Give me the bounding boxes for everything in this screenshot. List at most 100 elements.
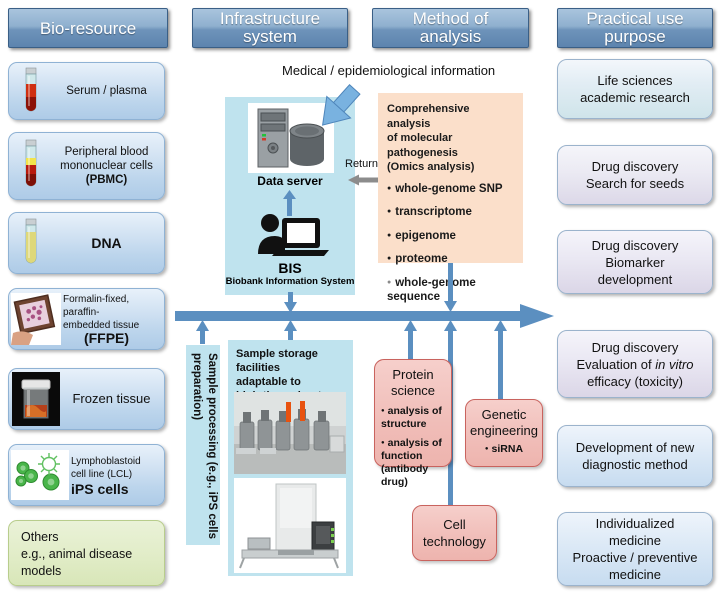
practical-use-line: efficacy (toxicity) xyxy=(587,373,683,389)
practical-use-line: Biomarker xyxy=(605,254,665,270)
practical-use-line: development xyxy=(597,271,673,287)
bio-resource-label-line3: iPS cells xyxy=(71,480,129,497)
technology-bullet: analysis of structure xyxy=(381,405,451,431)
column-header-bio-resource: Bio-resource xyxy=(8,8,168,48)
practical-use-line: Drug discovery xyxy=(591,159,679,174)
practical-use-line: Drug discovery xyxy=(591,339,679,355)
omics-item: transcriptome xyxy=(387,205,515,220)
omics-head-line3: (Omics analysis) xyxy=(387,161,475,173)
practical-use-line: Life sciences xyxy=(597,73,673,88)
bio-resource-label: DNA xyxy=(91,235,122,251)
technology-title-line2: technology xyxy=(423,534,486,549)
others-label-line1: Others xyxy=(21,530,59,544)
bio-resource-label-line2: mononuclear cells xyxy=(60,160,153,172)
bio-resource-card-frozen-tissue[interactable]: Frozen tissue xyxy=(8,368,165,430)
column-header-label-line2: system xyxy=(243,27,297,46)
tissue-slide-icon xyxy=(9,289,63,349)
column-header-label-line2: purpose xyxy=(604,27,666,46)
practical-use-line: diagnostic method xyxy=(582,457,688,472)
column-header-method: Method of analysis xyxy=(372,8,529,48)
ffpe-to-main-arrow xyxy=(196,320,209,344)
bio-resource-label-line1: Lymphoblastoid xyxy=(71,455,141,467)
bio-resource-label-line1: Formalin-fixed, paraffin- xyxy=(63,294,130,318)
bio-resource-label: Serum / plasma xyxy=(66,85,147,97)
technology-bullet-line: analysis of xyxy=(381,405,442,417)
column-header-label-line1: Method of xyxy=(412,9,489,28)
automated-instrument-photo xyxy=(234,478,346,573)
technology-bullet-line: (antibody drug) xyxy=(381,463,429,488)
test-tube-red-icon xyxy=(9,63,53,119)
technology-box-cell-technology[interactable]: Cell technology xyxy=(412,505,497,561)
practical-use-card-biomarker[interactable]: Drug discovery Biomarker development xyxy=(557,230,713,294)
storage-label-line1: Sample storage facilities xyxy=(236,348,318,374)
technology-title-line2: engineering xyxy=(470,423,538,438)
technology-bullet-line: function xyxy=(381,450,423,462)
storage-facility-photo xyxy=(234,392,346,474)
test-tube-yellow-icon xyxy=(9,213,53,273)
technology-bullet: analysis of function (antibody drug) xyxy=(381,437,451,489)
bio-resource-card-dna[interactable]: DNA xyxy=(8,212,165,274)
data-server-label: Data server xyxy=(257,174,323,188)
technology-box-protein-science[interactable]: Protein science analysis of structure an… xyxy=(374,359,452,488)
sample-processing-label: Sample processing (e.g., iPS cells prepa… xyxy=(191,353,218,539)
practical-use-card-diagnostic[interactable]: Development of new diagnostic method xyxy=(557,425,713,487)
bio-resource-label-line2: cell line (LCL) xyxy=(71,468,133,480)
practical-use-line: Evaluation of xyxy=(576,356,656,372)
omics-head-line2: of molecular pathogenesis xyxy=(387,132,458,159)
storage-label-line2: adaptable to xyxy=(236,376,301,388)
bio-resource-card-ips-cells[interactable]: Lymphoblastoid cell line (LCL) iPS cells xyxy=(8,444,165,506)
return-arrow xyxy=(348,174,382,186)
bio-resource-label-line3: (FFPE) xyxy=(83,330,130,346)
technology-box-genetic-engineering[interactable]: Genetic engineering siRNA xyxy=(465,399,543,467)
return-label: Return xyxy=(345,158,379,170)
main-flow-arrow-head xyxy=(520,304,554,328)
bio-resource-label-line1: Peripheral blood xyxy=(64,146,149,158)
test-tube-layered-icon xyxy=(9,133,53,199)
practical-use-line: medicine xyxy=(608,567,661,582)
bis-label: BIS xyxy=(278,260,302,276)
practical-use-card-in-vitro[interactable]: Drug discovery Evaluation of in vitro ef… xyxy=(557,330,713,398)
cells-icon xyxy=(9,445,71,505)
main-flow-arrow-shaft xyxy=(175,311,540,321)
technology-bullet: siRNA xyxy=(466,443,542,456)
bis-icon xyxy=(252,212,330,260)
bio-resource-label: Frozen tissue xyxy=(72,391,151,406)
practical-use-line-italic: in vitro xyxy=(655,356,694,372)
incoming-information-arrow xyxy=(322,84,361,126)
technology-title-line1: Genetic xyxy=(481,407,527,422)
column-header-label-line1: Practical use xyxy=(586,9,684,28)
column-header-label-line2: analysis xyxy=(419,27,482,46)
practical-use-line: Proactive / preventive xyxy=(572,550,698,565)
practical-use-card-drug-seeds[interactable]: Drug discovery Search for seeds xyxy=(557,145,713,205)
others-label-line2: e.g., animal disease xyxy=(21,547,133,561)
column-header-practical-use: Practical use purpose xyxy=(557,8,713,48)
sample-processing-panel: Sample processing (e.g., iPS cells prepa… xyxy=(186,345,220,545)
column-header-label-line1: Infrastructure xyxy=(219,9,321,28)
practical-use-line: academic research xyxy=(580,90,690,105)
technology-title-line2: science xyxy=(390,383,436,398)
bio-resource-card-others[interactable]: Others e.g., animal disease models xyxy=(8,520,165,586)
technology-title-line1: Cell xyxy=(443,517,466,532)
practical-use-line: Individualized xyxy=(595,516,675,531)
bio-resource-card-serum[interactable]: Serum / plasma xyxy=(8,62,165,120)
practical-use-card-life-sciences[interactable]: Life sciences academic research xyxy=(557,59,713,119)
practical-use-line: medicine xyxy=(608,533,661,548)
medical-epidemiological-information-label: Medical / epidemiological information xyxy=(282,63,496,78)
bio-resource-card-pbmc[interactable]: Peripheral blood mononuclear cells (PBMC… xyxy=(8,132,165,200)
technology-bullet-line: analysis of xyxy=(381,437,442,449)
practical-use-line: Development of new xyxy=(575,440,695,455)
omics-to-main-arrow xyxy=(444,263,457,312)
practical-use-line: Drug discovery xyxy=(591,237,679,253)
bio-resource-card-ffpe[interactable]: Formalin-fixed, paraffin- embedded tissu… xyxy=(8,288,165,350)
column-header-infrastructure: Infrastructure system xyxy=(192,8,348,48)
infra-to-main-arrow xyxy=(284,292,297,313)
omics-item: epigenome xyxy=(387,229,515,244)
frozen-jar-icon xyxy=(9,369,63,429)
column-header-label: Bio-resource xyxy=(39,18,137,38)
bio-resource-label-line3: (PBMC) xyxy=(85,174,128,186)
omics-analysis-panel: Comprehensive analysis of molecular path… xyxy=(378,93,523,303)
omics-item: whole-genome SNP xyxy=(387,182,515,197)
bis-sublabel: Biobank Information System xyxy=(225,276,355,287)
practical-use-card-individualized[interactable]: Individualized medicine Proactive / prev… xyxy=(557,512,713,586)
omics-head-line1: Comprehensive analysis xyxy=(387,103,470,130)
